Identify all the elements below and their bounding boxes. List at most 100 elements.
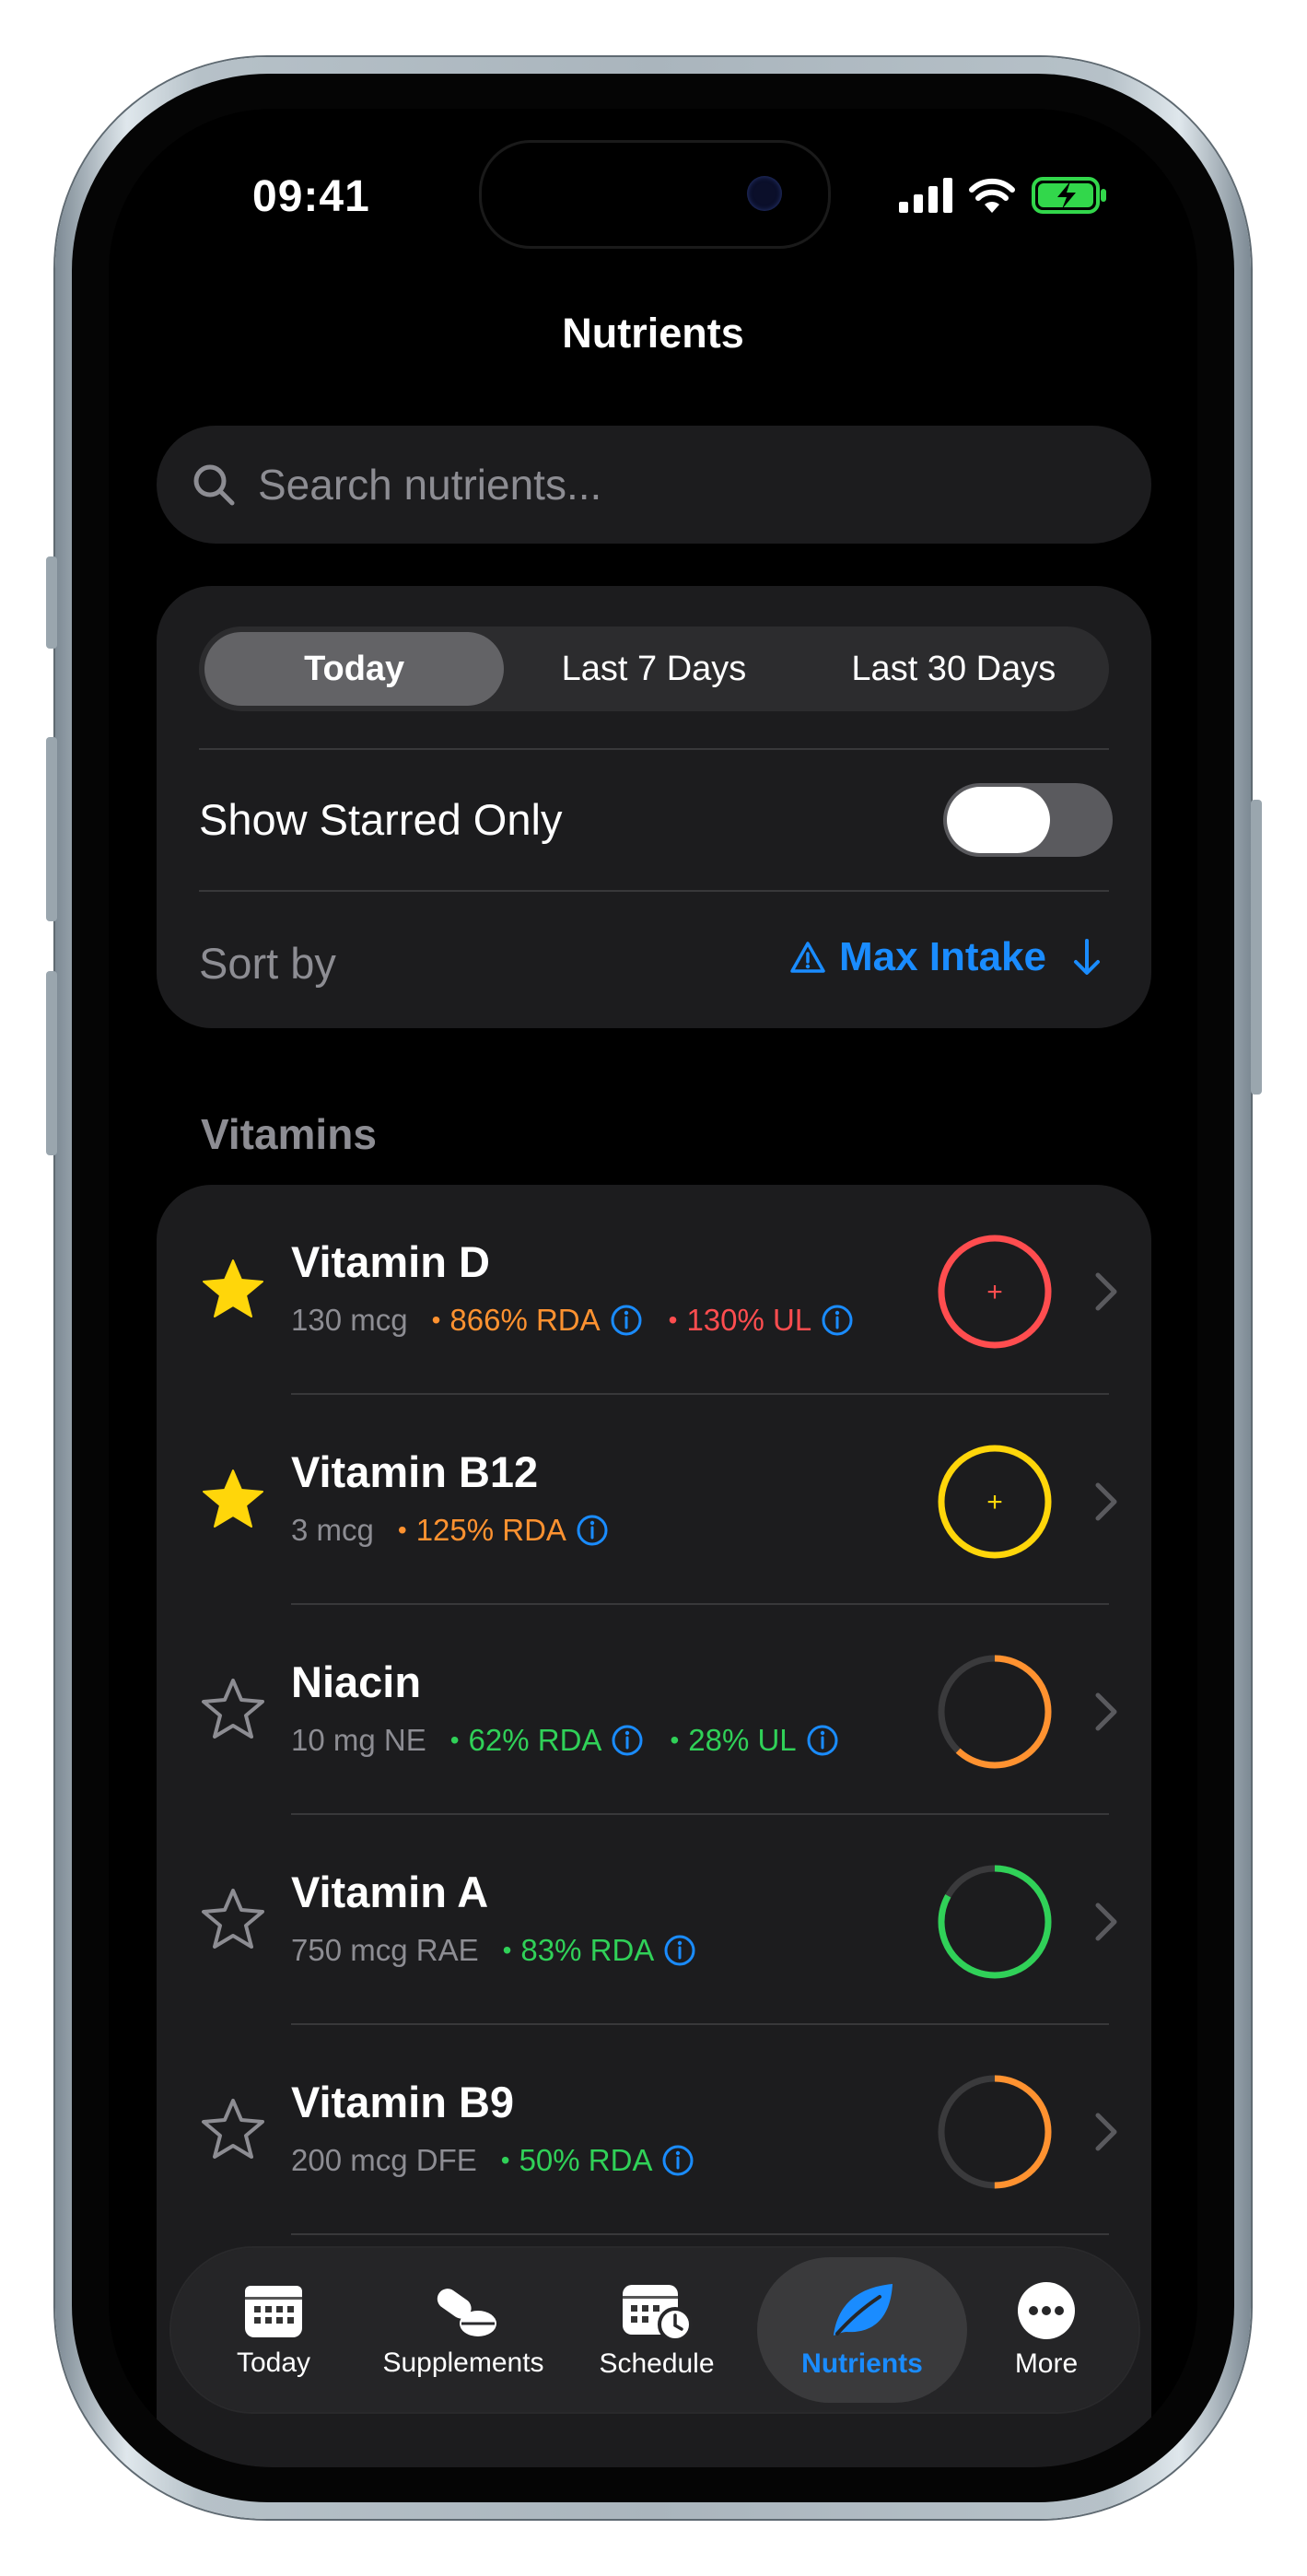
pills-icon	[437, 2289, 496, 2336]
tab-more[interactable]: More	[969, 2248, 1124, 2412]
more-icon	[1018, 2282, 1075, 2339]
star-filled-icon[interactable]	[201, 1257, 265, 1321]
nutrient-row[interactable]: Vitamin B9 200 mcg DFE • 50% RDA	[157, 2025, 1151, 2235]
tab-nutrients[interactable]: Nutrients	[757, 2248, 967, 2412]
nutrient-row[interactable]: Niacin 10 mg NE • 62% RDA • 28% UL	[157, 1605, 1151, 1815]
search-icon	[193, 464, 235, 506]
ul-stat: • 130% UL	[669, 1303, 855, 1338]
status-dot: •	[668, 1306, 678, 1334]
progress-ring	[938, 1655, 1052, 1769]
sort-by-button[interactable]: Max Intake	[789, 934, 1105, 980]
info-icon[interactable]	[576, 1514, 609, 1547]
chevron-right-icon	[1095, 1903, 1117, 1941]
rda-stat: • 125% RDA	[398, 1513, 609, 1548]
tab-today[interactable]: Today	[192, 2248, 356, 2412]
progress-ring: +	[938, 1445, 1052, 1559]
info-icon[interactable]	[610, 1304, 643, 1337]
divider	[199, 748, 1109, 750]
leaf-icon	[834, 2284, 893, 2336]
rda-stat: • 83% RDA	[503, 1933, 697, 1968]
nutrient-amount: 750 mcg RAE	[291, 1933, 479, 1967]
info-icon[interactable]	[663, 1934, 696, 1967]
filter-card: Today Last 7 Days Last 30 Days Show Star…	[157, 586, 1151, 1028]
star-filled-icon[interactable]	[201, 1467, 265, 1531]
segment-last-30-days[interactable]: Last 30 Days	[804, 632, 1103, 706]
nutrient-name: Vitamin A	[291, 1868, 489, 1916]
show-starred-label: Show Starred Only	[199, 795, 563, 844]
dynamic-island	[479, 140, 831, 249]
nutrient-name: Vitamin B12	[291, 1447, 539, 1496]
nutrient-name: Vitamin B9	[291, 2078, 515, 2126]
sort-by-value: Max Intake	[839, 934, 1046, 979]
tab-label: Today	[236, 2348, 311, 2378]
nutrient-meta: 3 mcg • 125% RDA	[291, 1513, 635, 1548]
search-bar[interactable]	[157, 426, 1151, 544]
nutrient-amount: 200 mcg DFE	[291, 2143, 477, 2177]
nutrient-row[interactable]: Vitamin A 750 mcg RAE • 83% RDA	[157, 1815, 1151, 2025]
nutrient-meta: 130 mcg • 866% RDA • 130% UL	[291, 1303, 880, 1338]
nutrient-meta: 750 mcg RAE • 83% RDA	[291, 1933, 722, 1968]
tab-supplements[interactable]: Supplements	[367, 2248, 560, 2412]
status-time: 09:41	[252, 172, 370, 221]
chevron-right-icon	[1095, 1692, 1117, 1731]
info-icon[interactable]	[806, 1724, 839, 1757]
battery-charging-icon	[1032, 177, 1106, 214]
wifi-icon	[969, 178, 1015, 213]
cellular-signal-icon	[899, 178, 952, 213]
status-dot: •	[431, 1306, 441, 1334]
rda-percent: 62% RDA	[468, 1723, 602, 1757]
progress-ring	[938, 1865, 1052, 1979]
segment-today[interactable]: Today	[204, 632, 505, 706]
segment-last-7-days[interactable]: Last 7 Days	[504, 632, 803, 706]
rda-percent: 50% RDA	[519, 2143, 653, 2177]
nutrient-amount: 3 mcg	[291, 1513, 374, 1547]
status-dot: •	[449, 1726, 460, 1754]
ul-percent: 130% UL	[686, 1303, 812, 1337]
status-dot: •	[397, 1516, 407, 1544]
status-dot: •	[502, 1936, 512, 1964]
progress-ring: +	[938, 1235, 1052, 1349]
ul-percent: 28% UL	[688, 1723, 797, 1757]
row-separator	[291, 2233, 1109, 2235]
nutrient-row[interactable]: Vitamin B12 3 mcg • 125% RDA +	[157, 1395, 1151, 1605]
show-starred-toggle[interactable]	[943, 783, 1113, 857]
chevron-right-icon	[1095, 1272, 1117, 1311]
calendar-icon	[245, 2286, 302, 2337]
nutrient-meta: 10 mg NE • 62% RDA • 28% UL	[291, 1723, 865, 1758]
svg-text:+: +	[986, 1487, 1003, 1517]
camera-icon	[747, 176, 782, 211]
nutrient-row[interactable]: Vitamin D 130 mcg • 866% RDA • 130% UL +	[157, 1185, 1151, 1395]
info-icon[interactable]	[821, 1304, 854, 1337]
tab-label: Nutrients	[801, 2348, 923, 2379]
star-outline-icon[interactable]	[201, 1887, 265, 1951]
calendar-clock-icon	[623, 2285, 693, 2341]
star-outline-icon[interactable]	[201, 2097, 265, 2161]
status-icons	[899, 177, 1107, 214]
sort-by-label: Sort by	[199, 939, 336, 988]
volume-down-button	[46, 971, 57, 1155]
info-icon[interactable]	[661, 2144, 694, 2177]
rda-percent: 866% RDA	[449, 1303, 601, 1337]
nutrient-name: Niacin	[291, 1657, 422, 1706]
ul-stat: • 28% UL	[670, 1723, 838, 1758]
tab-label: Supplements	[382, 2348, 544, 2378]
page-title: Nutrients	[562, 310, 744, 357]
rda-percent: 125% RDA	[415, 1513, 566, 1547]
tab-schedule[interactable]: Schedule	[569, 2248, 744, 2412]
power-button	[1251, 800, 1262, 1095]
volume-up-button	[46, 737, 57, 921]
nutrient-meta: 200 mcg DFE • 50% RDA	[291, 2143, 720, 2178]
chevron-right-icon	[1095, 2113, 1117, 2151]
tab-bar: Today Supplements Schedule Nutrients Mor…	[171, 2248, 1138, 2412]
action-button	[46, 556, 57, 649]
info-icon[interactable]	[611, 1724, 644, 1757]
tab-label: Schedule	[599, 2348, 715, 2379]
star-outline-icon[interactable]	[201, 1677, 265, 1741]
chevron-right-icon	[1095, 1482, 1117, 1521]
search-input[interactable]	[256, 459, 1151, 510]
toggle-knob	[947, 787, 1050, 853]
svg-text:+: +	[986, 1277, 1003, 1307]
period-segmented-control: Today Last 7 Days Last 30 Days	[199, 626, 1109, 711]
rda-stat: • 62% RDA	[450, 1723, 645, 1758]
nutrient-amount: 10 mg NE	[291, 1723, 426, 1757]
